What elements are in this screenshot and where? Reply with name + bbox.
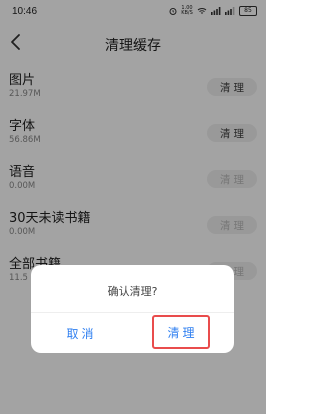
dialog-message: 确认清理? [107,285,158,298]
cancel-button[interactable]: 取消 [31,313,132,353]
confirm-dialog: 确认清理? 取消 清理 [31,265,234,353]
confirm-clean-button[interactable]: 清理 [152,315,210,349]
